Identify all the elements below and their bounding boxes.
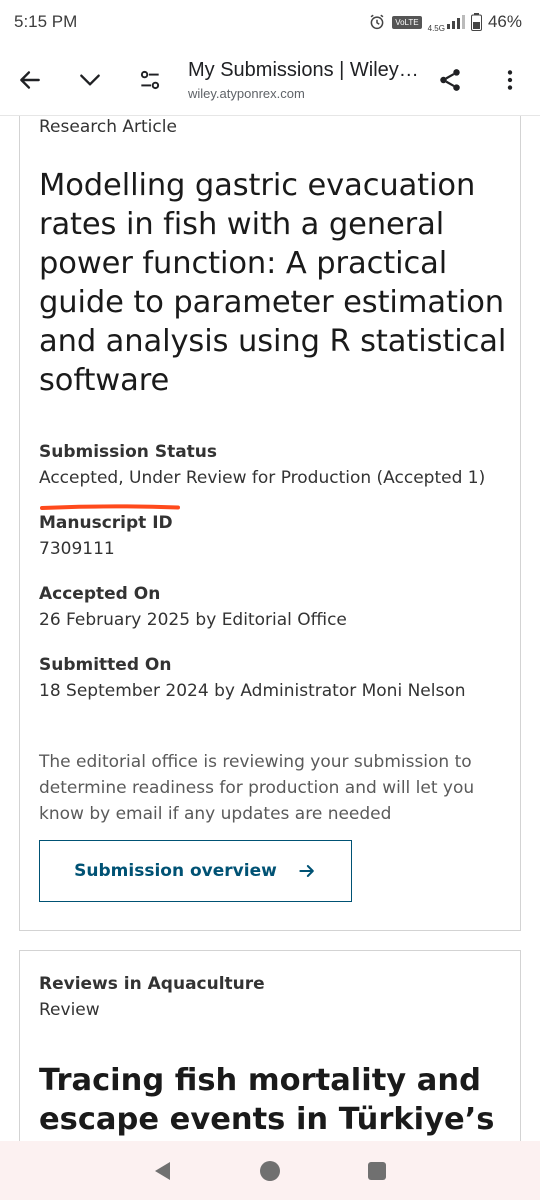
- nav-recents-button[interactable]: [357, 1151, 397, 1191]
- page-title: My Submissions | Wiley Au...: [188, 58, 420, 81]
- journal-name: Reviews in Aquaculture: [39, 974, 265, 994]
- page-content[interactable]: Research Article Modelling gastric evacu…: [0, 116, 540, 1141]
- article-title: Tracing fish mortality and escape events…: [39, 1063, 495, 1137]
- arrow-right-icon: [299, 865, 314, 877]
- page-info[interactable]: My Submissions | Wiley Au... wiley.atypo…: [180, 59, 420, 101]
- menu-button[interactable]: [480, 50, 540, 110]
- alarm-icon: [370, 14, 384, 30]
- back-arrow-icon: [20, 70, 40, 89]
- network-type: 4.5G: [427, 23, 445, 33]
- status-label: Submission Status: [39, 442, 218, 462]
- submission-card: Research Article Modelling gastric evacu…: [19, 116, 521, 931]
- page-url: wiley.atyponrex.com: [188, 85, 305, 101]
- article-title: Modelling gastric evacuation rates in fi…: [39, 168, 507, 398]
- status-bar: 5:15 PM VoLTE 4.5G 46%: [0, 0, 540, 44]
- accepted-value: 26 February 2025 by Editorial Office: [39, 610, 347, 630]
- status-icons: VoLTE 4.5G 46%: [368, 12, 522, 33]
- nav-back-button[interactable]: [143, 1151, 183, 1191]
- volte-badge: VoLTE: [392, 15, 422, 29]
- submission-overview-button[interactable]: Submission overview: [39, 840, 352, 902]
- manuscript-label: Manuscript ID: [39, 513, 173, 533]
- more-vert-icon: [507, 69, 513, 90]
- system-nav-bar: [0, 1141, 540, 1200]
- chevron-down-icon: [80, 73, 100, 86]
- circle-home-icon: [259, 1160, 280, 1181]
- signal-icon: [446, 15, 465, 29]
- article-type: Research Article: [39, 117, 177, 137]
- browser-toolbar: My Submissions | Wiley Au... wiley.atypo…: [0, 44, 540, 116]
- submitted-label: Submitted On: [39, 655, 172, 675]
- submission-overview-label: Submission overview: [74, 861, 277, 881]
- collapse-button[interactable]: [60, 50, 120, 110]
- square-recents-icon: [367, 1161, 386, 1180]
- battery-icon: [470, 13, 482, 31]
- submission-card: Reviews in Aquaculture Review Tracing fi…: [19, 950, 521, 1141]
- share-icon: [440, 68, 460, 91]
- manuscript-value: 7309111: [39, 539, 115, 559]
- nav-home-button[interactable]: [250, 1151, 290, 1191]
- page-settings-button[interactable]: [120, 50, 180, 110]
- tune-icon: [140, 70, 160, 89]
- back-button[interactable]: [0, 50, 60, 110]
- battery-level: 46%: [487, 12, 522, 31]
- accepted-label: Accepted On: [39, 584, 161, 604]
- clock: 5:15 PM: [14, 12, 78, 31]
- status-description: The editorial office is reviewing your s…: [39, 752, 475, 824]
- triangle-back-icon: [155, 1161, 171, 1180]
- article-type: Review: [39, 1000, 100, 1020]
- share-button[interactable]: [420, 50, 480, 110]
- handdrawn-underline: [40, 504, 180, 510]
- submitted-value: 18 September 2024 by Administrator Moni …: [39, 681, 466, 701]
- status-value: Accepted, Under Review for Production (A…: [39, 468, 486, 488]
